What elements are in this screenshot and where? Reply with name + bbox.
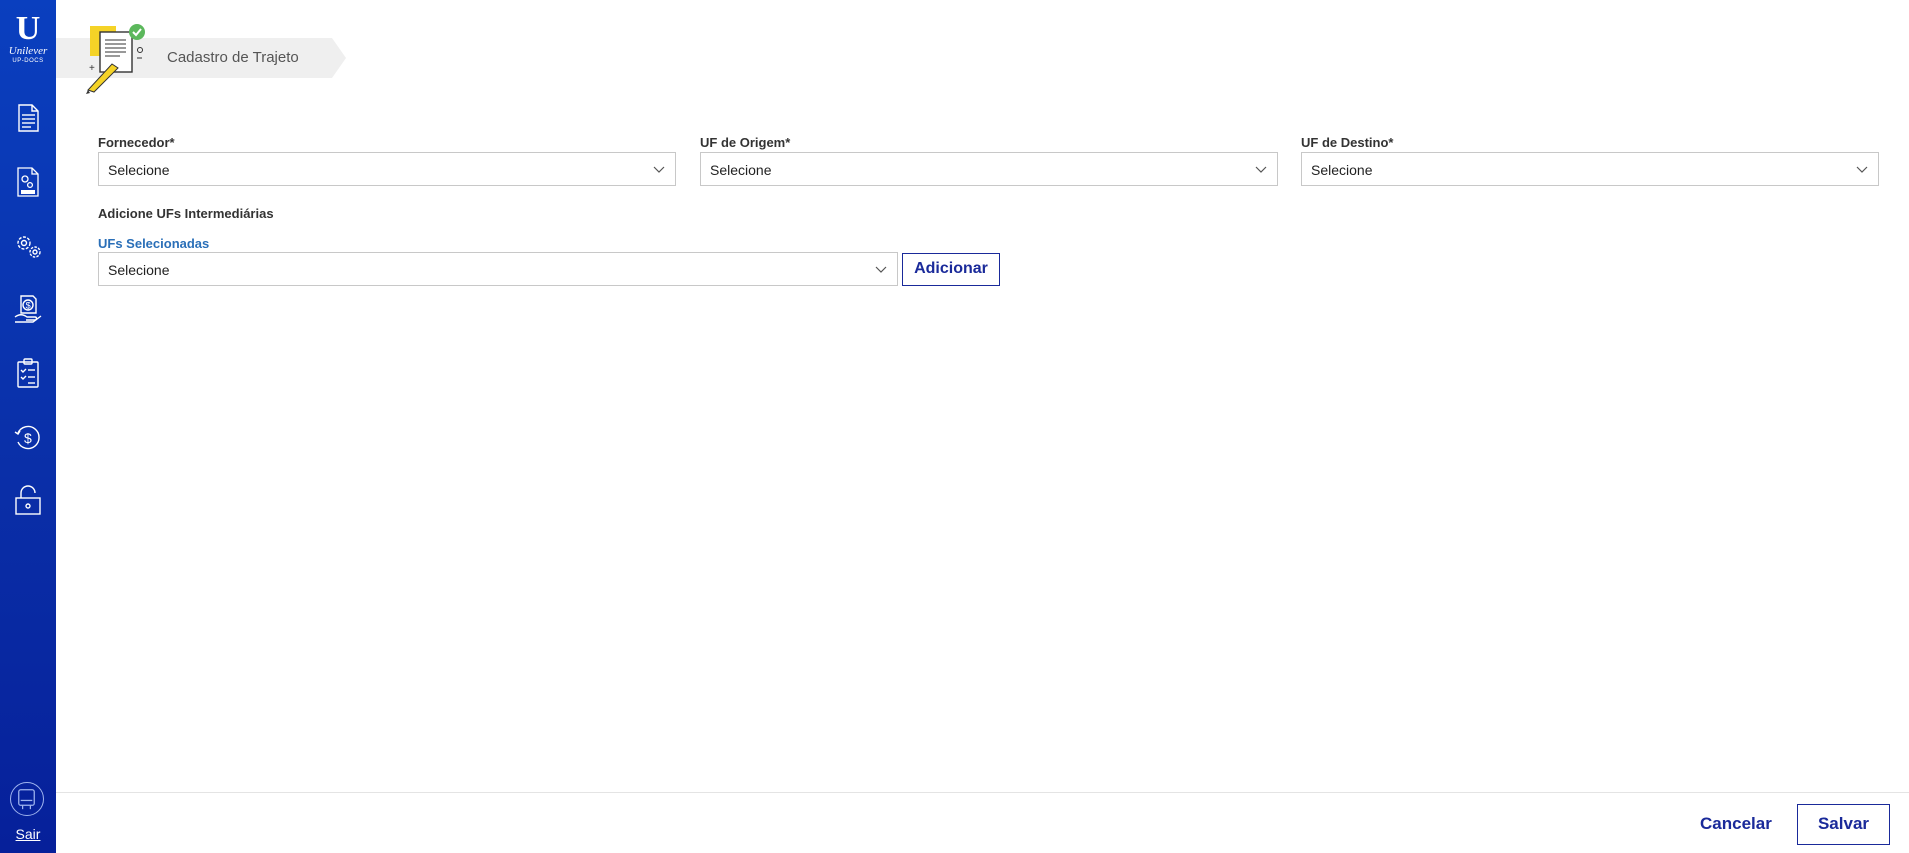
chevron-down-icon <box>1856 166 1868 173</box>
uf-origem-select[interactable]: Selecione <box>700 152 1278 186</box>
uf-destino-select[interactable]: Selecione <box>1301 152 1879 186</box>
uf-origem-label: UF de Origem* <box>700 135 791 150</box>
checklist-icon[interactable] <box>12 357 44 389</box>
intermediate-ufs-title: Adicione UFs Intermediárias <box>98 206 274 221</box>
intermediate-ufs-value: Selecione <box>108 262 170 278</box>
chevron-down-icon <box>875 266 887 273</box>
footer-divider <box>56 792 1909 793</box>
document-icon[interactable] <box>12 102 44 134</box>
route-register-icon: + <box>84 22 154 94</box>
fornecedor-label: Fornecedor* <box>98 135 175 150</box>
logout-link[interactable]: Sair <box>0 826 56 842</box>
logo-sub: UP-DOCS <box>12 58 44 64</box>
refund-icon[interactable]: $ <box>12 421 44 453</box>
uf-destino-value: Selecione <box>1311 162 1373 178</box>
uf-destino-label: UF de Destino* <box>1301 135 1394 150</box>
dfe-settings-icon[interactable] <box>12 166 44 198</box>
sidebar: U Unilever UP-DOCS $ $ Sair <box>0 0 56 853</box>
gears-icon[interactable] <box>12 230 44 262</box>
unlock-icon[interactable] <box>12 484 44 516</box>
add-uf-button[interactable]: Adicionar <box>902 253 1000 286</box>
svg-text:$: $ <box>24 430 32 446</box>
chevron-down-icon <box>653 166 665 173</box>
logo-brand: Unilever <box>8 45 48 57</box>
intermediate-ufs-select[interactable]: Selecione <box>98 252 898 286</box>
cancel-button[interactable]: Cancelar <box>1700 814 1772 834</box>
fornecedor-select[interactable]: Selecione <box>98 152 676 186</box>
logo-mark: U <box>15 10 41 47</box>
svg-text:+: + <box>89 63 95 74</box>
avatar[interactable] <box>10 782 44 816</box>
uf-origem-value: Selecione <box>710 162 772 178</box>
money-hand-icon[interactable]: $ <box>12 293 44 325</box>
page-title: Cadastro de Trajeto <box>167 49 299 66</box>
unilever-logo: U Unilever UP-DOCS <box>0 12 56 65</box>
chevron-down-icon <box>1255 166 1267 173</box>
selected-ufs-label: UFs Selecionadas <box>98 236 210 251</box>
fornecedor-value: Selecione <box>108 162 170 178</box>
svg-text:$: $ <box>26 301 31 311</box>
save-button[interactable]: Salvar <box>1797 804 1890 845</box>
